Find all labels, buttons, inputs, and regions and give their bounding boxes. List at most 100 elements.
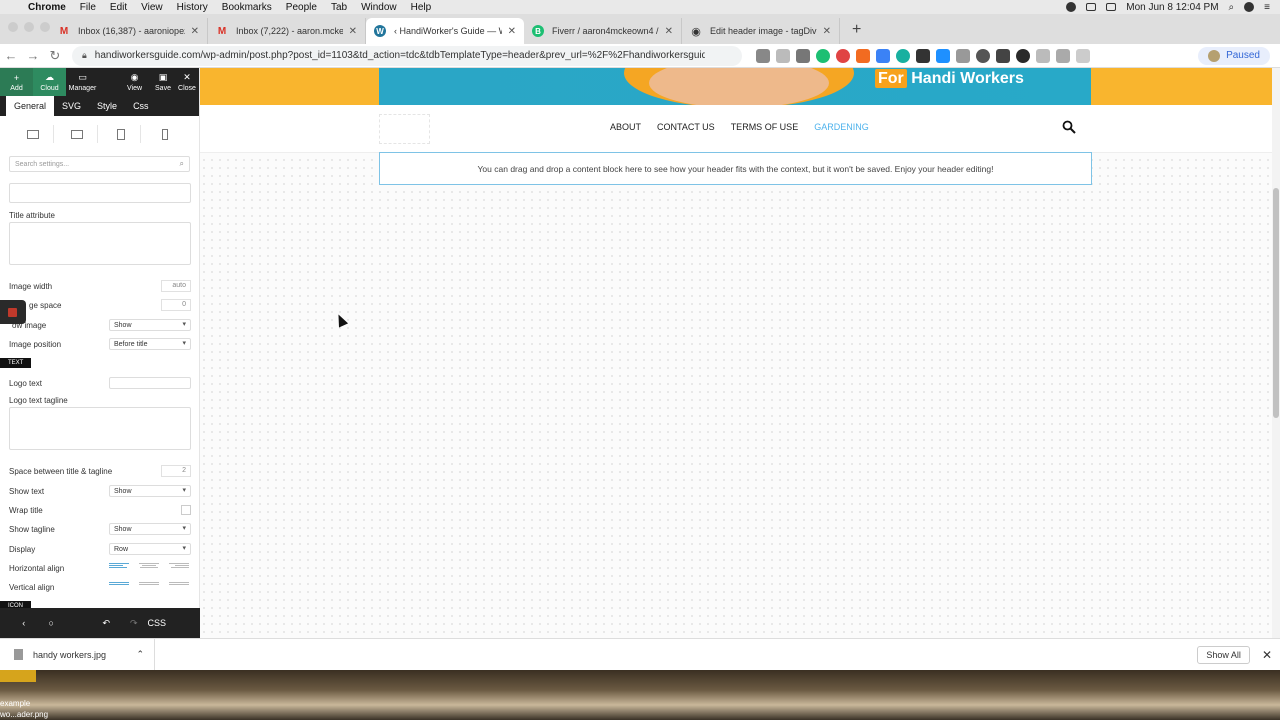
siri-icon[interactable]	[1244, 2, 1255, 12]
css-button[interactable]: CSS	[148, 618, 167, 628]
menu-window[interactable]: Window	[361, 2, 397, 13]
key-icon[interactable]	[756, 48, 770, 63]
menu-item-about[interactable]: ABOUT	[610, 122, 641, 132]
status-icon[interactable]	[1066, 2, 1077, 12]
extension-icon[interactable]	[836, 48, 850, 63]
textarea-top[interactable]	[9, 183, 191, 203]
extension-icon[interactable]	[1036, 48, 1050, 63]
extension-icon[interactable]	[996, 48, 1010, 63]
menu-view[interactable]: View	[141, 2, 163, 13]
header-banner-image[interactable]: For Handi Workers	[379, 68, 1091, 105]
tab-svg[interactable]: SVG	[54, 96, 89, 116]
add-button[interactable]: + Add	[0, 68, 33, 96]
extension-icon[interactable]	[816, 48, 830, 63]
valign-top-icon[interactable]	[109, 582, 131, 592]
menu-tab[interactable]: Tab	[331, 2, 347, 13]
chevron-left-icon[interactable]: ‹	[10, 618, 38, 628]
menu-help[interactable]: Help	[411, 2, 432, 13]
extension-icon[interactable]	[856, 48, 870, 63]
close-tab-icon[interactable]: ✕	[349, 26, 357, 37]
desktop-device-icon[interactable]	[14, 125, 54, 143]
show-tagline-select[interactable]: Show	[109, 523, 191, 535]
browser-tab[interactable]: B Fiverr / aaron4mckeown4 / Sh ✕	[524, 18, 682, 44]
wifi-icon[interactable]	[1086, 3, 1097, 11]
close-tab-icon[interactable]: ✕	[508, 26, 516, 37]
chevron-up-icon[interactable]: ⌃	[136, 649, 144, 660]
align-right-icon[interactable]	[169, 563, 191, 573]
star-icon[interactable]	[776, 48, 790, 63]
menu-file[interactable]: File	[80, 2, 96, 13]
menu-item-gardening[interactable]: GARDENING	[814, 122, 869, 132]
align-left-icon[interactable]	[109, 563, 131, 573]
close-downloads-icon[interactable]: ✕	[1262, 648, 1272, 662]
browser-tab[interactable]: M Inbox (7,222) - aaron.mckeown ✕	[208, 18, 366, 44]
extension-icon[interactable]	[796, 48, 810, 63]
browser-tab[interactable]: ◉ Edit header image - tagDiv su ✕	[682, 18, 840, 44]
logo-tagline-textarea[interactable]	[9, 407, 191, 450]
extension-icon[interactable]	[1016, 48, 1030, 63]
show-image-select[interactable]: Show	[109, 319, 191, 331]
tab-general[interactable]: General	[6, 96, 55, 116]
logo-text-input[interactable]	[109, 377, 191, 389]
reload-icon[interactable]: ↻	[44, 48, 66, 64]
zoom-window-icon[interactable]	[40, 22, 50, 32]
tab-style[interactable]: Style	[89, 96, 125, 116]
portrait-tablet-icon[interactable]	[101, 125, 142, 143]
image-space-input[interactable]: 0	[161, 299, 191, 311]
home-circle-icon[interactable]: ○	[38, 618, 66, 628]
manager-button[interactable]: ▭ Manager	[66, 68, 99, 96]
battery-icon[interactable]	[1106, 3, 1117, 11]
extension-icon[interactable]	[936, 48, 950, 63]
valign-bottom-icon[interactable]	[169, 582, 191, 592]
close-tab-icon[interactable]: ✕	[665, 26, 673, 37]
show-text-select[interactable]: Show	[109, 485, 191, 497]
menu-people[interactable]: People	[286, 2, 317, 13]
space-between-input[interactable]: 2	[161, 465, 191, 477]
desktop-file-label[interactable]: example wo...ader.png	[0, 698, 48, 720]
menu-item-contact[interactable]: CONTACT US	[657, 122, 715, 132]
browser-tab-active[interactable]: W ‹ HandiWorker's Guide — Wor ✕	[366, 18, 524, 44]
desktop-file-thumbnail[interactable]	[0, 670, 36, 682]
scrollbar-thumb[interactable]	[1273, 188, 1279, 418]
minimize-window-icon[interactable]	[24, 22, 34, 32]
cloud-button[interactable]: ☁ Cloud	[33, 68, 66, 96]
spotlight-icon[interactable]: ⌕	[1229, 2, 1235, 13]
phone-device-icon[interactable]	[145, 125, 185, 143]
close-button[interactable]: ✕ Close	[175, 68, 199, 96]
show-all-button[interactable]: Show All	[1197, 645, 1250, 664]
extension-icon[interactable]	[956, 48, 970, 63]
url-bar[interactable]: 🔒︎ handiworkersguide.com/wp-admin/post.p…	[72, 45, 742, 66]
back-icon[interactable]: ←	[0, 48, 22, 63]
view-button[interactable]: ◉ View	[118, 68, 151, 96]
menu-history[interactable]: History	[177, 2, 208, 13]
record-indicator-icon[interactable]	[0, 300, 26, 324]
close-tab-icon[interactable]: ✕	[191, 26, 199, 37]
close-tab-icon[interactable]: ✕	[823, 26, 831, 37]
extension-icon[interactable]	[896, 48, 910, 63]
forward-icon[interactable]: →	[22, 48, 44, 63]
save-button[interactable]: ▣ Save	[151, 68, 175, 96]
tab-css[interactable]: Css	[125, 96, 157, 116]
wrap-title-checkbox[interactable]	[181, 505, 191, 515]
undo-icon[interactable]: ↶	[93, 618, 121, 629]
search-icon[interactable]	[1062, 120, 1076, 134]
menu-app-name[interactable]: Chrome	[28, 2, 66, 13]
extension-icon[interactable]	[1076, 48, 1090, 63]
valign-middle-icon[interactable]	[139, 582, 161, 592]
browser-tab[interactable]: M Inbox (16,387) - aaroniopez44 ✕	[50, 18, 208, 44]
profile-paused-button[interactable]: Paused	[1198, 46, 1270, 65]
drop-zone[interactable]: You can drag and drop a content block he…	[379, 152, 1092, 185]
title-attribute-textarea[interactable]	[9, 222, 191, 265]
extension-icon[interactable]	[1056, 48, 1070, 63]
extension-icon[interactable]	[876, 48, 890, 63]
image-position-select[interactable]: Before title	[109, 338, 191, 350]
redo-icon[interactable]: ↷	[120, 618, 148, 629]
close-window-icon[interactable]	[8, 22, 18, 32]
display-select[interactable]: Row	[109, 543, 191, 555]
landscape-tablet-icon[interactable]	[58, 125, 98, 143]
lock-icon[interactable]: 🔒︎	[82, 50, 87, 61]
control-center-icon[interactable]: ≡	[1264, 2, 1270, 13]
menu-item-terms[interactable]: TERMS OF USE	[731, 122, 799, 132]
page-scrollbar[interactable]	[1272, 68, 1280, 638]
new-tab-button[interactable]: +	[852, 21, 861, 39]
